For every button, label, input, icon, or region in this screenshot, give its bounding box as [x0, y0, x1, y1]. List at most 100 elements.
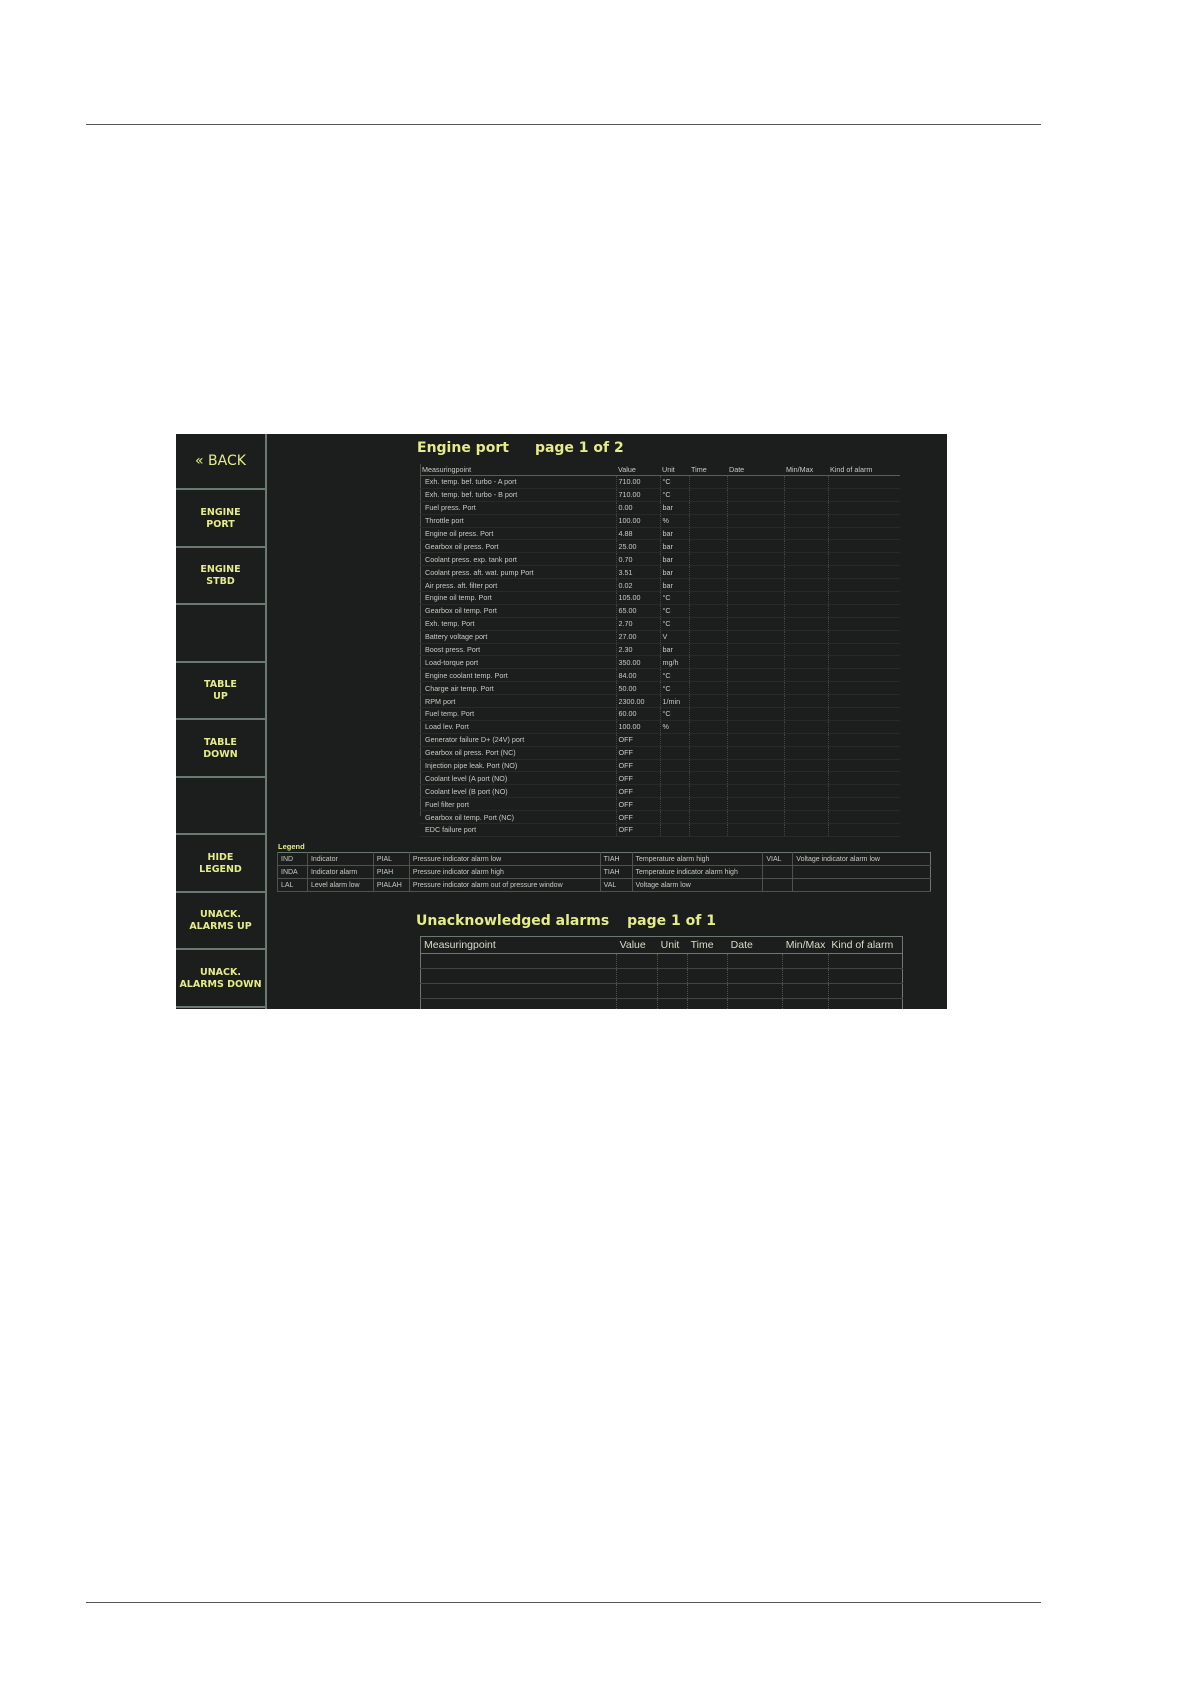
- table-row: Load-torque port 350.00 mg/h: [420, 655, 900, 670]
- table-cell: [827, 694, 900, 709]
- table-cell: [659, 797, 689, 812]
- table-cell: 25.00: [615, 539, 660, 554]
- engine-stbd-button[interactable]: ENGINE STBD: [176, 549, 265, 605]
- engine-page-indicator: page 1 of 2: [534, 440, 624, 456]
- hide-legend-button[interactable]: HIDE LEGEND: [176, 837, 265, 893]
- legend-row: INDA Indicator alarm PIAH Pressure indicato…: [277, 865, 931, 879]
- table-cell: Gearbox oil press. Port: [420, 539, 616, 554]
- table-cell: [659, 810, 689, 825]
- table-cell: [726, 668, 784, 683]
- table-cell: [783, 784, 828, 799]
- table-cell: [827, 527, 900, 541]
- table-cell: [727, 953, 783, 969]
- table-row: Engine coolant temp. Port 84.00 °C: [420, 668, 900, 683]
- table-cell: [657, 983, 688, 999]
- table-cell: [727, 998, 783, 1009]
- table-row: Load lev. Port 100.00%: [420, 720, 900, 734]
- legend-row: IND Indicator PIAL Pressure indicator alarm…: [277, 852, 931, 866]
- unack-table-title: Unacknowledged alarms page 1 of 1: [416, 913, 716, 929]
- page-footer-rule: [86, 1602, 1041, 1603]
- table-cell: [827, 630, 900, 644]
- table-row: EDC failure port OFF: [420, 823, 900, 837]
- column-header: Kind of alarm: [828, 464, 900, 476]
- table-cell: OFF: [615, 733, 660, 747]
- table-cell: Coolant press. aft. wat. pump Port: [420, 565, 616, 580]
- table-cell: [827, 655, 900, 670]
- legend-cell: [762, 865, 793, 879]
- table-cell: [827, 604, 900, 618]
- table-cell: [687, 968, 728, 984]
- table-cell: [827, 784, 900, 799]
- table-cell: [783, 630, 828, 644]
- table-cell: 0.70: [615, 552, 660, 567]
- table-cell: [688, 655, 727, 670]
- unack-title: Unacknowledged alarms: [416, 913, 610, 929]
- blank-softkey-1[interactable]: [176, 607, 265, 663]
- blank-softkey-2[interactable]: [176, 779, 265, 835]
- unack-alarms-down-button[interactable]: UNACK. ALARMS DOWN: [176, 952, 265, 1008]
- engine-table-title: Engine port page 1 of 2: [417, 440, 624, 456]
- table-cell: [783, 565, 828, 580]
- table-cell: [827, 501, 900, 515]
- table-cell: OFF: [615, 784, 660, 799]
- column-header: Unit: [657, 936, 688, 954]
- table-cell: Engine oil temp. Port: [420, 591, 616, 605]
- table-cell: [827, 720, 900, 734]
- legend-cell: TIAH: [599, 852, 633, 866]
- table-cell: [659, 759, 689, 773]
- table-cell: Exh. temp. bef. turbo - A port: [420, 475, 616, 489]
- table-cell: [783, 707, 828, 721]
- engine-title: Engine port: [417, 440, 509, 456]
- legend-cell: [762, 878, 793, 892]
- table-cell: °C: [659, 475, 689, 489]
- legend-cell: Temperature indicator alarm high: [631, 865, 763, 879]
- table-cell: [827, 707, 900, 721]
- table-cell: EDC failure port: [420, 823, 616, 837]
- table-cell: [688, 759, 727, 773]
- legend-cell: TIAH: [599, 865, 633, 879]
- table-row: Gearbox oil press. Port 25.00 bar: [420, 539, 900, 554]
- table-cell: Fuel press. Port: [420, 501, 616, 515]
- table-row: Exh. temp. Port 2.70 °C: [420, 617, 900, 631]
- table-cell: bar: [659, 501, 689, 515]
- engine-port-button[interactable]: ENGINE PORT: [176, 492, 265, 548]
- column-header: Date: [727, 464, 784, 476]
- table-cell: [782, 953, 829, 969]
- column-header: Value: [616, 936, 658, 954]
- table-cell: [688, 797, 727, 812]
- table-cell: 2.70: [615, 617, 660, 631]
- table-cell: Fuel temp. Port: [420, 707, 616, 721]
- legend-label: Legend: [278, 842, 305, 851]
- table-row: RPM port 2300.00 1/min: [420, 694, 900, 709]
- table-cell: [659, 823, 689, 837]
- table-cell: RPM port: [420, 694, 616, 709]
- table-up-button[interactable]: TABLE UP: [176, 664, 265, 720]
- table-cell: [688, 552, 727, 567]
- unack-alarms-up-button[interactable]: UNACK. ALARMS UP: [176, 894, 265, 950]
- table-row: Boost press. Port 2.30 bar: [420, 643, 900, 657]
- table-cell: [783, 501, 828, 515]
- table-cell: [688, 565, 727, 580]
- table-cell: [726, 527, 784, 541]
- table-cell: [783, 527, 828, 541]
- table-cell: [726, 694, 784, 709]
- table-row: Air press. aft. filter port 0.02 bar: [420, 578, 900, 593]
- table-down-button[interactable]: TABLE DOWN: [176, 722, 265, 778]
- table-cell: [827, 759, 900, 773]
- back-button[interactable]: « BACK: [176, 434, 265, 490]
- table-row: Charge air temp. Port 50.00 °C: [420, 681, 900, 696]
- engine-table: Measuringpoint Value Unit Time Date Min/Max Ki…: [420, 464, 900, 837]
- legend-cell: Indicator alarm: [306, 865, 374, 879]
- table-cell: 27.00: [615, 630, 660, 644]
- table-cell: [783, 514, 828, 528]
- table-cell: [726, 655, 784, 670]
- legend-cell: Voltage indicator alarm low: [792, 852, 931, 866]
- table-cell: [783, 617, 828, 631]
- table-cell: Charge air temp. Port: [420, 681, 616, 696]
- table-cell: [688, 694, 727, 709]
- table-cell: Gearbox oil temp. Port (NC): [420, 810, 616, 825]
- column-header: Kind of alarm: [828, 936, 903, 954]
- table-cell: [783, 475, 828, 489]
- table-cell: [657, 998, 688, 1009]
- table-cell: [657, 968, 688, 984]
